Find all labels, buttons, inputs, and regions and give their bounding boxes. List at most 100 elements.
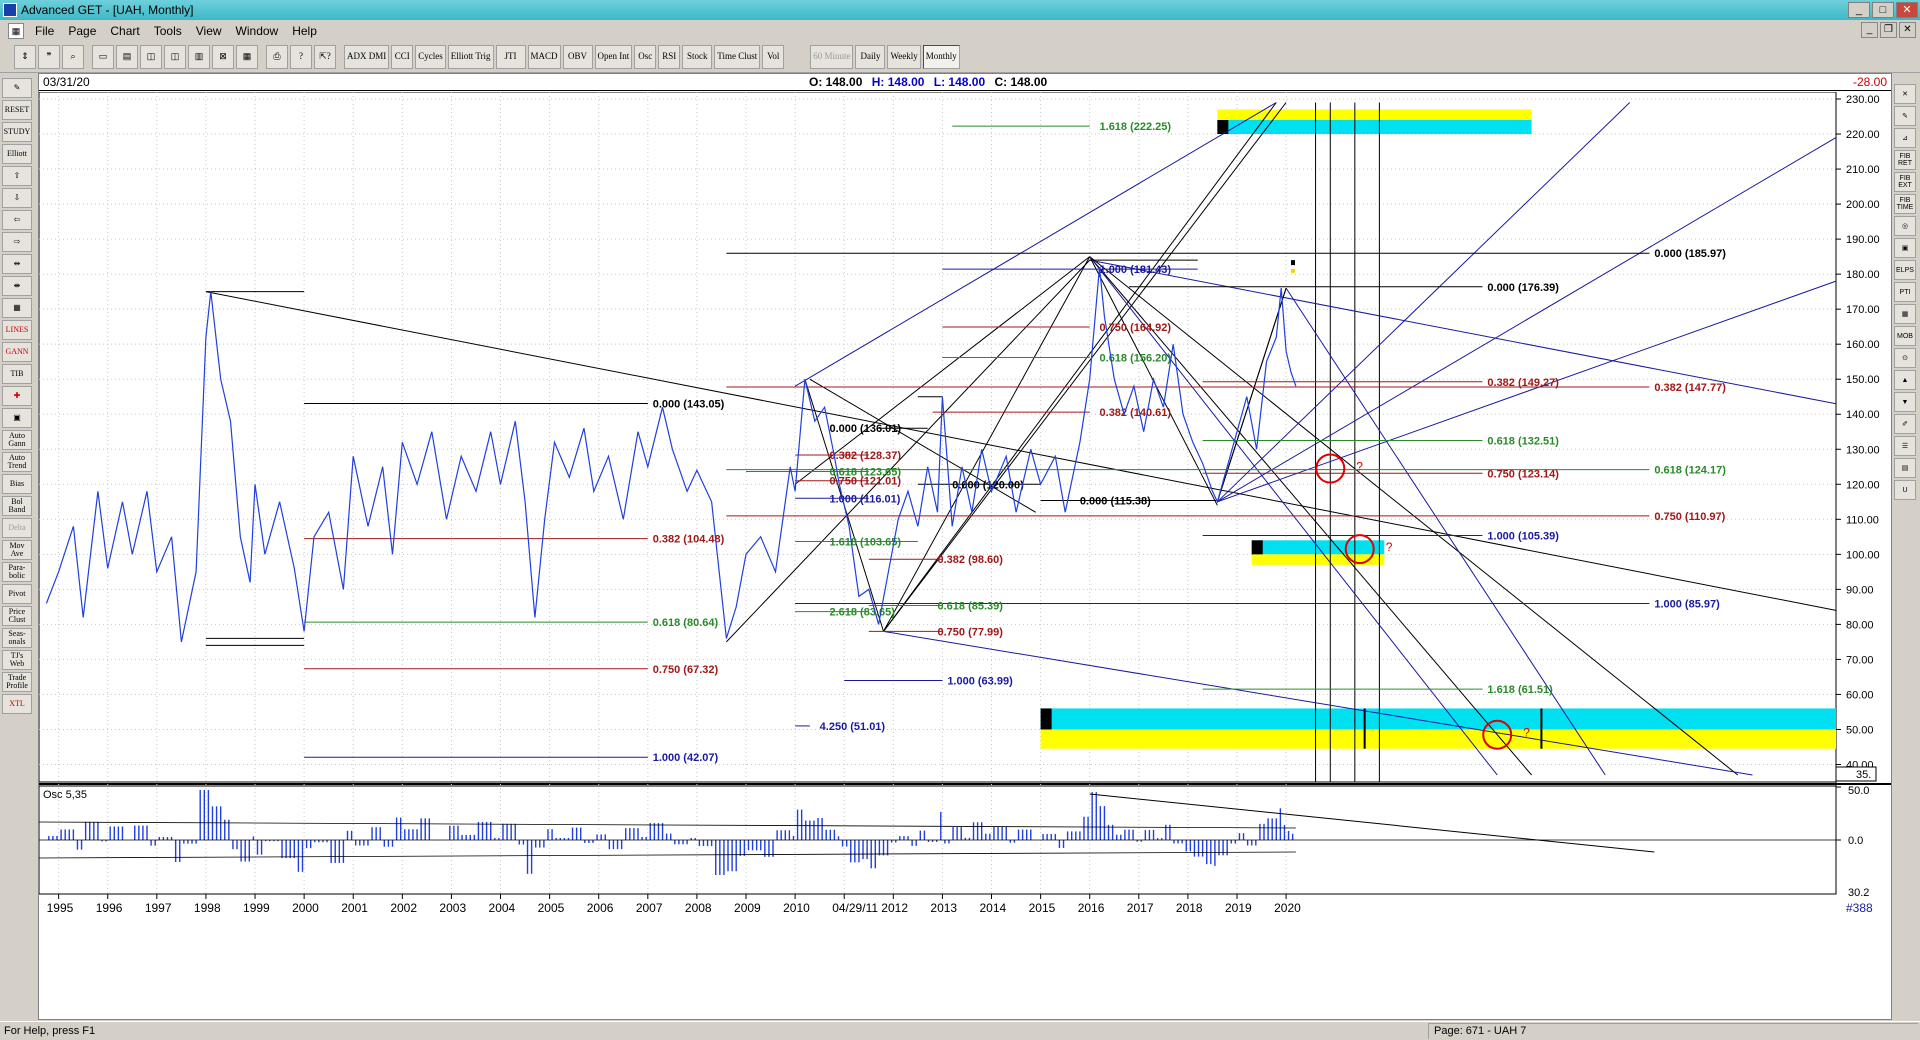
study-rsi-button[interactable]: RSI [658, 44, 681, 69]
study-open-int-button[interactable]: Open Int [594, 44, 633, 69]
help-icon[interactable]: ? [290, 44, 312, 69]
mdi-close-button[interactable]: ✕ [1899, 22, 1916, 38]
arrow-left-icon[interactable]: ⇦ [2, 210, 32, 230]
tool-tjs-web-button[interactable]: TJ's Web [2, 650, 32, 670]
menu-help[interactable]: Help [285, 24, 324, 38]
fib-ret-button[interactable]: FIB RET [1894, 150, 1916, 170]
tool-trade-profile-button[interactable]: Trade Profile [2, 672, 32, 692]
minimize-button[interactable]: _ [1848, 2, 1870, 18]
layout-icon[interactable]: ▦ [236, 44, 258, 69]
tool-elliott-button[interactable]: Elliott [2, 144, 32, 164]
study-adx-dmi-button[interactable]: ADX DMI [344, 44, 390, 69]
expand-icon[interactable]: ⇼ [2, 276, 32, 296]
print-icon[interactable]: ⎙ [266, 44, 288, 69]
study-osc-button[interactable]: Osc [634, 44, 657, 69]
context-help-icon[interactable]: ⇱? [314, 44, 336, 69]
study-time-clust-button[interactable]: Time Clust [714, 44, 761, 69]
magnet-icon[interactable]: U [1894, 480, 1916, 500]
up-arrow-icon[interactable]: ▲ [1894, 370, 1916, 390]
clipboard-icon[interactable]: ▣ [2, 408, 32, 428]
quote-icon[interactable]: ❞ [38, 44, 60, 69]
tool-lines-button[interactable]: LINES [2, 320, 32, 340]
menu-tools[interactable]: Tools [147, 24, 189, 38]
study-jti-button[interactable]: JTI [495, 44, 526, 69]
tile-icon[interactable]: ▥ [188, 44, 210, 69]
chart-canvas[interactable]: 40.0050.0060.0070.0080.0090.00100.00110.… [39, 92, 1891, 1020]
pencil-icon[interactable]: ✎ [1894, 106, 1916, 126]
close-x-icon[interactable]: ✕ [1894, 84, 1916, 104]
period-monthly-button[interactable]: Monthly [922, 44, 960, 69]
period-daily-button[interactable]: Daily [855, 44, 886, 69]
tool-seasonals-button[interactable]: Seas-onals [2, 628, 32, 648]
open-icon[interactable]: ▤ [116, 44, 138, 69]
study-elliott-trig-button[interactable]: Elliott Trig [447, 44, 494, 69]
tool-xtl-button[interactable]: XTL [2, 694, 32, 714]
tool-delta-button[interactable]: Delta [2, 518, 32, 538]
pti-button[interactable]: PTI [1894, 282, 1916, 302]
arrow-up-icon[interactable]: ⇧ [2, 166, 32, 186]
maximize-button[interactable]: □ [1872, 2, 1894, 18]
chart-window[interactable]: 03/31/20 O: 148.00 H: 148.00 L: 148.00 C… [38, 73, 1892, 1020]
menu-file[interactable]: File [28, 24, 61, 38]
tool-parabolic-button[interactable]: Para-bolic [2, 562, 32, 582]
tool-bol-band-button[interactable]: Bol Band [2, 496, 32, 516]
tool-auto-gann-button[interactable]: Auto Gann [2, 430, 32, 450]
fib-level-label: 1.618 (103.65) [829, 537, 901, 549]
study-stock-button[interactable]: Stock [682, 44, 713, 69]
menu-window[interactable]: Window [229, 24, 286, 38]
grid-small-icon[interactable]: ▤ [1894, 458, 1916, 478]
target-icon[interactable]: ⊙ [1894, 348, 1916, 368]
page-forward-icon[interactable]: ◫ [164, 44, 186, 69]
menu-view[interactable]: View [189, 24, 229, 38]
period-weekly-button[interactable]: Weekly [887, 44, 921, 69]
circle-tool-icon[interactable]: ◎ [1894, 216, 1916, 236]
study-cycles-button[interactable]: Cycles [415, 44, 446, 69]
zone-bottom-yellow [1040, 729, 1836, 749]
page-back-icon[interactable]: ◫ [140, 44, 162, 69]
arrow-right-icon[interactable]: ⇨ [2, 232, 32, 252]
down-arrow-icon[interactable]: ▼ [1894, 392, 1916, 412]
elps-button[interactable]: ELPS [1894, 260, 1916, 280]
right-toolbox: ✕ ✎ ⊿ FIB RET FIB EXT FIB TIME ◎ ▣ ELPS … [1894, 84, 1918, 564]
mob-button[interactable]: MOB [1894, 326, 1916, 346]
study-cci-button[interactable]: CCI [391, 44, 414, 69]
arrow-down-icon[interactable]: ⇩ [2, 188, 32, 208]
tool-tib-button[interactable]: TIB [2, 364, 32, 384]
document-icon[interactable]: ▦ [8, 22, 24, 39]
menu-chart[interactable]: Chart [103, 24, 146, 38]
study-obv-button[interactable]: OBV [562, 44, 593, 69]
crosshair-icon[interactable]: ✚ [2, 386, 32, 406]
tool-mov-ave-button[interactable]: Mov Ave [2, 540, 32, 560]
tool-pivot-button[interactable]: Pivot [2, 584, 32, 604]
tool-auto-trend-button[interactable]: Auto Trend [2, 452, 32, 472]
table-icon[interactable]: ▦ [1894, 304, 1916, 324]
tool-gann-button[interactable]: GANN [2, 342, 32, 362]
mdi-restore-button[interactable]: ❐ [1880, 22, 1897, 38]
fib-level-label: 0.382 (104.48) [653, 534, 725, 546]
tool-price-clust-button[interactable]: Price Clust [2, 606, 32, 626]
paint-icon[interactable]: ✐ [1894, 414, 1916, 434]
close-button[interactable]: ✕ [1896, 2, 1918, 18]
fib-ext-button[interactable]: FIB EXT [1894, 172, 1916, 192]
study-vol-button[interactable]: Vol [762, 44, 785, 69]
delete-icon[interactable]: ⊠ [212, 44, 234, 69]
y-tick-label: 160.00 [1846, 339, 1880, 351]
ruler-icon[interactable]: ⊿ [1894, 128, 1916, 148]
fib-level-label: 4.250 (51.01) [820, 721, 886, 733]
new-page-icon[interactable]: ▭ [92, 44, 114, 69]
edit-icon[interactable]: ✎ [2, 78, 32, 98]
period-60-minute-button[interactable]: 60 Minute [810, 44, 854, 69]
cursor-tool-icon[interactable]: ⇕ [14, 44, 36, 69]
fib-time-button[interactable]: FIB TIME [1894, 194, 1916, 214]
tool-bias-button[interactable]: Bias [2, 474, 32, 494]
tool-study-button[interactable]: STUDY [2, 122, 32, 142]
menu-page[interactable]: Page [61, 24, 103, 38]
mdi-minimize-button[interactable]: _ [1861, 22, 1878, 38]
list-icon[interactable]: ☰ [1894, 436, 1916, 456]
study-macd-button[interactable]: MACD [527, 44, 561, 69]
grid-icon[interactable]: ▦ [2, 298, 32, 318]
tool-reset-button[interactable]: RESET [2, 100, 32, 120]
box-tool-icon[interactable]: ▣ [1894, 238, 1916, 258]
compress-icon[interactable]: ⇹ [2, 254, 32, 274]
zoom-icon[interactable]: ⌕ [62, 44, 84, 69]
